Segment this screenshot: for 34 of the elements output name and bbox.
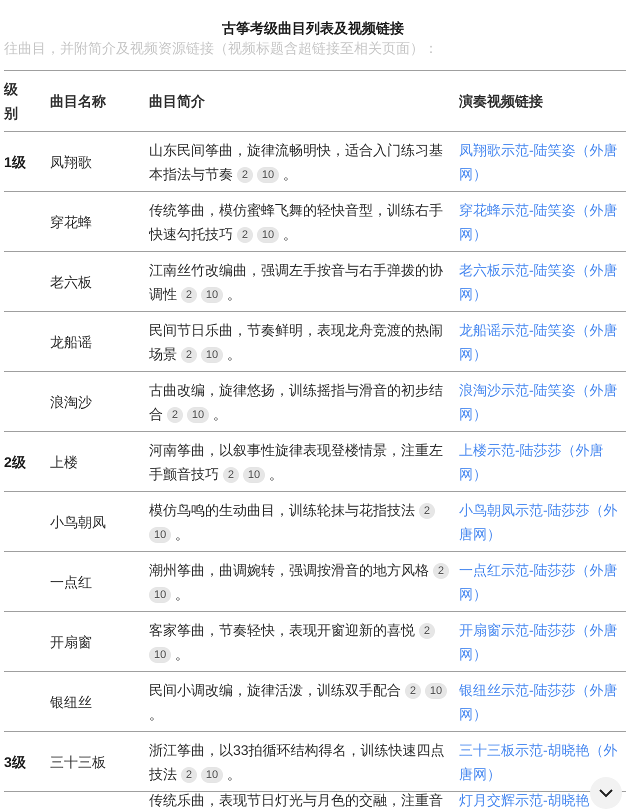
video-link[interactable]: 老六板示范-陆笑姿（外唐网）: [459, 258, 626, 306]
piece-name: 小鸟朝凤: [50, 513, 106, 532]
piece-name: 龙船谣: [50, 333, 92, 352]
piece-name: 凤翔歌: [50, 153, 92, 172]
piece-name: 开扇窗: [50, 633, 92, 652]
video-link[interactable]: 灯月交辉示范-胡晓艳: [459, 792, 590, 808]
video-link[interactable]: 龙船谣示范-陆笑姿（外唐网）: [459, 318, 626, 366]
chevron-down-icon: [599, 788, 613, 798]
video-link[interactable]: 一点红示范-陆莎莎（外唐网）: [459, 558, 626, 606]
piece-name: 一点红: [50, 573, 92, 592]
video-link[interactable]: 凤翔歌示范-陆笑姿（外唐网）: [459, 138, 626, 186]
video-link[interactable]: 银纽丝示范-陆莎莎（外唐网）: [459, 678, 626, 726]
piece-name: 三十三板: [50, 753, 106, 772]
column-header: 曲目名称: [50, 92, 106, 111]
video-link[interactable]: 浪淘沙示范-陆笑姿（外唐网）: [459, 378, 626, 426]
grade-label: 2级: [4, 453, 26, 472]
piece-name: 穿花蜂: [50, 213, 92, 232]
column-header: 级别: [4, 80, 18, 123]
video-link[interactable]: 穿花蜂示范-陆笑姿（外唐网）: [459, 198, 626, 246]
piece-name: 浪淘沙: [50, 393, 92, 412]
piece-description: 传统乐曲，表现节日灯光与月色的交融，注重音: [149, 792, 443, 808]
grade-label: 1级: [4, 153, 26, 172]
video-link[interactable]: 上楼示范-陆莎莎（外唐网）: [459, 438, 626, 486]
piece-name: 老六板: [50, 273, 92, 292]
table-title: 古筝考级曲目列表及视频链接: [221, 19, 405, 38]
video-link[interactable]: 小鸟朝凤示范-陆莎莎（外唐网）: [459, 498, 626, 546]
piece-name: 上楼: [50, 453, 78, 472]
piece-name: 银纽丝: [50, 693, 92, 712]
grade-label: 3级: [4, 753, 26, 772]
column-header: 演奏视频链接: [459, 92, 543, 111]
video-link[interactable]: 三十三板示范-胡晓艳（外唐网）: [459, 738, 626, 786]
column-header: 曲目简介: [149, 92, 205, 111]
scroll-down-button[interactable]: [590, 777, 622, 809]
video-link[interactable]: 开扇窗示范-陆莎莎（外唐网）: [459, 618, 626, 666]
